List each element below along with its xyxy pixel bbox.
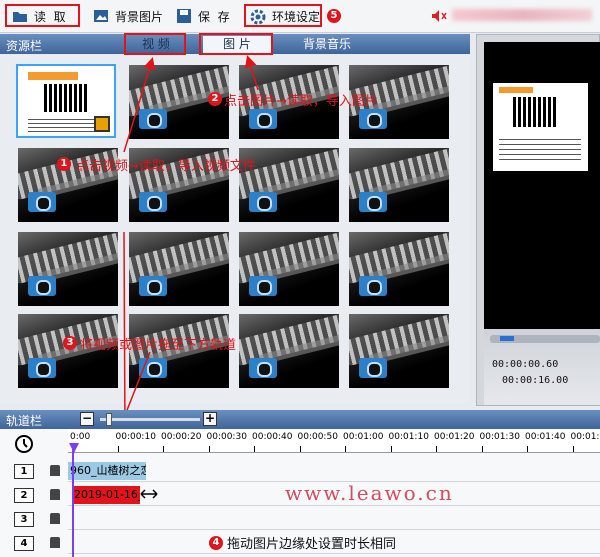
lock-icon[interactable] — [50, 537, 60, 548]
ruler-tick-mark — [254, 446, 255, 452]
ruler-tick-label: 00:01:00 — [343, 432, 384, 442]
resize-cursor-icon — [140, 488, 158, 503]
watermark: www.leawo.cn — [285, 481, 454, 505]
ruler-tick-label: 00:00:20 — [161, 432, 202, 442]
zoom-slider[interactable] — [100, 418, 200, 421]
zoom-out-button[interactable]: − — [80, 412, 94, 426]
ruler-tick-label: 00:00:50 — [297, 432, 338, 442]
ruler-tick-mark — [481, 446, 483, 452]
track-header-4: 4 — [10, 532, 68, 554]
ruler-tick-mark — [572, 446, 574, 452]
track-clip[interactable]: 960_山楂树之恋 — [68, 462, 146, 480]
preview-progress-thumb[interactable] — [500, 336, 514, 341]
lock-icon[interactable] — [50, 513, 60, 524]
ruler-tick-label: 00:01:20 — [434, 432, 475, 442]
lock-icon[interactable] — [50, 465, 60, 476]
playhead[interactable] — [72, 443, 74, 557]
ruler-tick-label: 0:00 — [70, 432, 91, 442]
ruler-tick-label: 00:01:10 — [388, 432, 429, 442]
track-header-3: 3 — [10, 508, 68, 530]
total-time: 00:00:16.00 — [502, 375, 569, 386]
preview-qr — [513, 97, 557, 127]
ruler-tick-label: 00:00:40 — [252, 432, 293, 442]
ruler-tick-mark — [436, 446, 437, 452]
preview-screen — [484, 42, 600, 329]
ruler-tick-mark — [299, 446, 301, 452]
ruler-tick-label: 00:00:30 — [206, 432, 247, 442]
ruler-tick-mark — [163, 446, 164, 452]
current-time: 00:00:00.60 — [492, 359, 559, 370]
ruler-tick-label: 00:00:10 — [115, 432, 156, 442]
note4: 拖动图片边缘处设置时长相同 — [227, 537, 397, 552]
track-number: 2 — [14, 488, 34, 503]
playhead-marker[interactable] — [69, 443, 79, 453]
track-header: 轨道栏 − + — [0, 410, 600, 429]
zoom-slider-thumb[interactable] — [106, 413, 112, 426]
track-title: 轨道栏 — [6, 414, 43, 428]
ruler-tick-mark — [345, 446, 346, 452]
track-number: 3 — [14, 512, 34, 527]
step4-badge: 4 — [209, 536, 223, 550]
ruler-tick-mark — [527, 446, 528, 452]
ruler-tick-label: 00:01:40 — [525, 432, 566, 442]
timeline-ruler[interactable]: 0:00 00:00:10 00:00:20 00:00:30 00:00:40 00:0… — [68, 429, 600, 453]
preview-panel: 00:00:00.60 00:00:16.00 — [476, 34, 600, 406]
track-number: 4 — [14, 536, 34, 551]
track-header-2: 2 — [10, 484, 68, 506]
clock-icon — [14, 435, 34, 453]
lock-icon[interactable] — [50, 489, 60, 500]
ruler-tick-label: 00:01:50 — [570, 432, 600, 442]
track-lane-1[interactable]: 960_山楂树之恋 — [68, 460, 600, 482]
ruler-tick-label: 00:01:30 — [479, 432, 520, 442]
track-clip[interactable]: 2019-01-16_1 — [72, 486, 140, 504]
ruler-tick-mark — [117, 446, 119, 452]
preview-image — [493, 83, 588, 171]
ruler-tick-mark — [208, 446, 210, 452]
ruler-tick-mark — [390, 446, 392, 452]
track-lane-3[interactable] — [68, 508, 600, 530]
track-header-1: 1 — [10, 460, 68, 482]
preview-controls: 00:00:00.60 00:00:16.00 — [484, 329, 600, 405]
track-number: 1 — [14, 464, 34, 479]
zoom-in-button[interactable]: + — [203, 412, 217, 426]
